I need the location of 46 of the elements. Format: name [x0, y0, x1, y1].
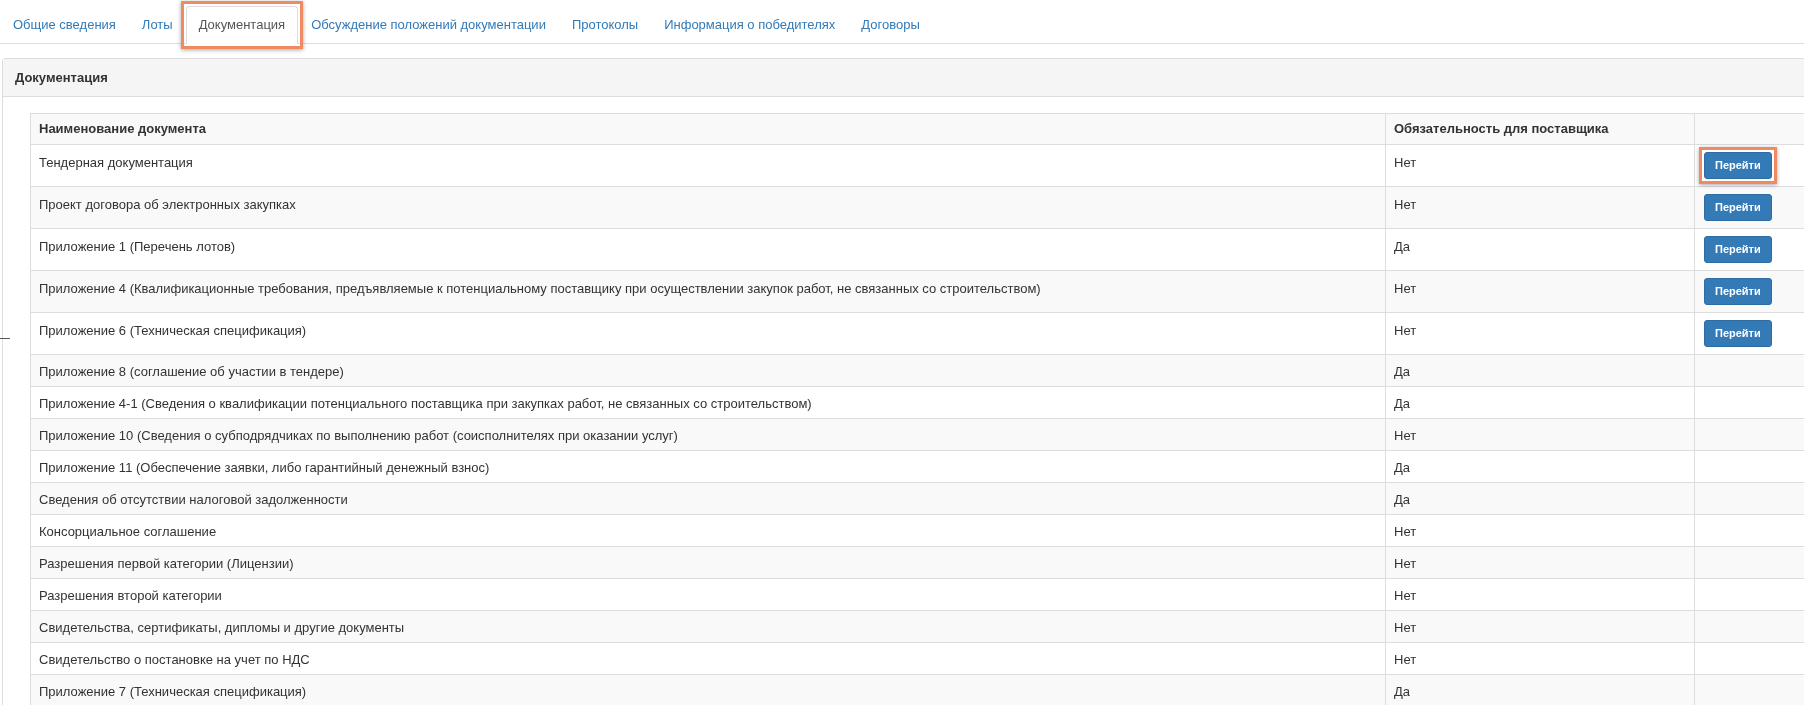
table-cell: Нет — [1385, 642, 1695, 675]
tab[interactable]: Документация — [185, 6, 299, 44]
tab[interactable]: Общие сведения — [0, 6, 129, 44]
table-cell: Нет — [1385, 546, 1695, 579]
table-cell: Нет — [1385, 514, 1695, 547]
go-button[interactable]: Перейти — [1704, 236, 1772, 263]
table-cell: Да — [1385, 354, 1695, 387]
table-cell: Приложение 6 (Техническая спецификация) — [30, 312, 1386, 355]
table-cell: Разрешения первой категории (Лицензии) — [30, 546, 1386, 579]
table-cell: Приложение 4 (Квалификационные требования, предъявляемые к потенциальному поставщику при осуществлении закупок работ, не связанных со строительством) — [30, 270, 1386, 313]
table-cell: Нет — [1385, 610, 1695, 643]
table-cell: Свидетельство о постановке на учет по НДС — [30, 642, 1386, 675]
table-cell: Нет — [1385, 312, 1695, 355]
table-cell: Да — [1385, 386, 1695, 419]
table-cell: Сведения об отсутствии налоговой задолженности — [30, 482, 1386, 515]
table-cell: Проект договора об электронных закупках — [30, 186, 1386, 229]
tab[interactable]: Договоры — [848, 6, 933, 44]
table-cell: Приложение 1 (Перечень лотов) — [30, 228, 1386, 271]
go-button[interactable]: Перейти — [1704, 194, 1772, 221]
go-button[interactable]: Перейти — [1704, 152, 1772, 179]
tab[interactable]: Обсуждение положений документации — [298, 6, 559, 44]
go-button[interactable]: Перейти — [1704, 320, 1772, 347]
table-cell: Да — [1385, 450, 1695, 483]
table-cell: Приложение 4-1 (Сведения о квалификации потенциального поставщика при закупках работ, не связанных со строительством) — [30, 386, 1386, 419]
table-cell: Нет — [1385, 418, 1695, 451]
column-header: Наименование документа — [30, 113, 1386, 145]
table-cell: Тендерная документация — [30, 144, 1386, 187]
table-cell: Да — [1385, 228, 1695, 271]
table-cell: Разрешения второй категории — [30, 578, 1386, 611]
go-button[interactable]: Перейти — [1704, 278, 1772, 305]
table-cell: Свидетельства, сертификаты, дипломы и другие документы — [30, 610, 1386, 643]
table-cell: Приложение 8 (соглашение об участии в тендере) — [30, 354, 1386, 387]
table-cell: Приложение 7 (Техническая спецификация) — [30, 674, 1386, 705]
tab[interactable]: Лоты — [128, 6, 186, 44]
tab[interactable]: Протоколы — [558, 6, 652, 44]
table-cell: Консорциальное соглашение — [30, 514, 1386, 547]
table-cell: Нет — [1385, 270, 1695, 313]
table-cell: Приложение 11 (Обеспечение заявки, либо гарантийный денежный взнос) — [30, 450, 1386, 483]
panel-title: Документация — [15, 68, 108, 87]
table-cell: Нет — [1385, 578, 1695, 611]
column-header: Обязательность для поставщика — [1385, 113, 1695, 145]
table-cell: Нет — [1385, 186, 1695, 229]
table-cell: Приложение 10 (Сведения о субподрядчиках по выполнению работ (соисполнителях при оказании услуг) — [30, 418, 1386, 451]
table-cell: Нет — [1385, 144, 1695, 187]
tab[interactable]: Информация о победителях — [651, 6, 849, 44]
table-cell: Да — [1385, 482, 1695, 515]
